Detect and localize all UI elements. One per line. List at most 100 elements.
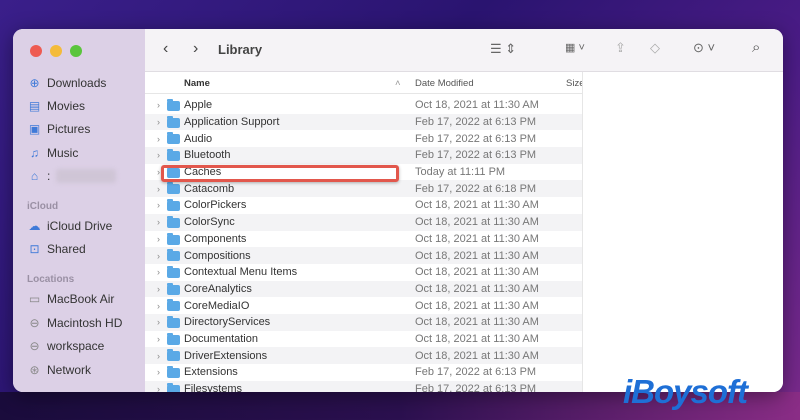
sidebar-item-icloud-drive[interactable]: ☁ iCloud Drive <box>28 219 113 233</box>
disclosure-chevron-icon[interactable]: › <box>157 267 160 277</box>
file-row[interactable]: › Audio Feb 17, 2022 at 6:13 PM <box>145 130 582 147</box>
section-icloud: iCloud <box>27 201 59 212</box>
file-date: Feb 17, 2022 at 6:13 PM <box>415 116 537 129</box>
file-date: Oct 18, 2021 at 11:30 AM <box>415 282 539 295</box>
sidebar-item-downloads[interactable]: ⊕ Downloads <box>28 76 106 90</box>
cloud-icon: ☁ <box>28 219 41 233</box>
file-row[interactable]: › DriverExtensions Oct 18, 2021 at 11:30 A… <box>145 347 582 364</box>
file-name: Filesystems <box>184 383 243 392</box>
file-name: Compositions <box>184 249 251 262</box>
sidebar-item-shared[interactable]: ⊡ Shared <box>28 242 85 256</box>
column-name[interactable]: Name <box>184 78 210 89</box>
sidebar-item-movies[interactable]: ▤ Movies <box>28 99 85 113</box>
disclosure-chevron-icon[interactable]: › <box>157 200 160 210</box>
file-row[interactable]: › Apple Oct 18, 2021 at 11:30 AM <box>145 97 582 114</box>
folder-icon <box>167 132 180 145</box>
disclosure-chevron-icon[interactable]: › <box>157 384 160 392</box>
tag-icon[interactable]: ◇ <box>650 40 660 56</box>
file-name: DirectoryServices <box>184 316 271 329</box>
folder-icon <box>167 149 180 162</box>
file-row[interactable]: › Components Oct 18, 2021 at 11:30 AM <box>145 231 582 248</box>
file-row[interactable]: › ColorSync Oct 18, 2021 at 11:30 AM <box>145 213 582 231</box>
file-name: ColorPickers <box>184 199 247 212</box>
disclosure-chevron-icon[interactable]: › <box>157 150 160 160</box>
group-icon[interactable]: ▦ ˅ <box>565 41 585 54</box>
disclosure-chevron-icon[interactable]: › <box>157 100 160 110</box>
disclosure-chevron-icon[interactable]: › <box>157 217 160 227</box>
disclosure-chevron-icon[interactable]: › <box>157 301 160 311</box>
folder-icon <box>167 382 180 392</box>
music-icon: ♫ <box>30 146 39 160</box>
folder-icon <box>167 366 180 378</box>
disclosure-chevron-icon[interactable]: › <box>157 284 160 294</box>
section-locations: Locations <box>27 274 75 285</box>
sidebar-item-workspace[interactable]: ⊖ workspace <box>28 339 104 353</box>
file-date: Oct 18, 2021 at 11:30 AM <box>415 216 539 229</box>
laptop-icon: ▭ <box>28 292 41 306</box>
file-name: Application Support <box>184 116 280 129</box>
file-row[interactable]: › Documentation Oct 18, 2021 at 11:30 AM <box>145 331 582 348</box>
file-row[interactable]: › Catacomb Feb 17, 2022 at 6:18 PM <box>145 180 582 198</box>
file-row[interactable]: › ColorPickers Oct 18, 2021 at 11:30 AM <box>145 197 582 214</box>
file-date: Feb 17, 2022 at 6:13 PM <box>415 149 537 162</box>
forward-button[interactable]: › <box>193 40 198 58</box>
file-name: CoreAnalytics <box>184 282 252 295</box>
file-date: Oct 18, 2021 at 11:30 AM <box>415 199 539 212</box>
file-name: Documentation <box>184 332 258 345</box>
file-date: Feb 17, 2022 at 6:18 PM <box>415 182 537 195</box>
more-actions-icon[interactable]: ⊙ ˅ <box>693 40 715 56</box>
sidebar-item-network[interactable]: ⊛ Network <box>28 363 91 377</box>
disclosure-chevron-icon[interactable]: › <box>157 117 160 127</box>
close-button[interactable] <box>30 45 42 57</box>
file-list: › Apple Oct 18, 2021 at 11:30 AM › Applicati… <box>145 97 582 392</box>
file-row[interactable]: › CoreAnalytics Oct 18, 2021 at 11:30 AM <box>145 280 582 298</box>
finder-window: ⊕ Downloads ▤ Movies ▣ Pictures ♫ Music ⌂: iCloud… <box>13 29 783 392</box>
file-row[interactable]: › Application Support Feb 17, 2022 at 6:13… <box>145 113 582 131</box>
photo-icon: ▣ <box>28 122 41 136</box>
film-icon: ▤ <box>28 99 41 113</box>
file-row[interactable]: › Compositions Oct 18, 2021 at 11:30 AM <box>145 247 582 264</box>
sidebar-item-macintosh-hd[interactable]: ⊖ Macintosh HD <box>28 316 122 330</box>
disclosure-chevron-icon[interactable]: › <box>157 317 160 327</box>
file-row[interactable]: › Extensions Feb 17, 2022 at 6:13 PM <box>145 364 582 381</box>
column-date-modified[interactable]: Date Modified <box>415 78 474 89</box>
minimize-button[interactable] <box>50 45 62 57</box>
sidebar-item--[interactable]: ⌂: <box>28 169 117 183</box>
file-row[interactable]: › CoreMediaIO Oct 18, 2021 at 11:30 AM <box>145 297 582 314</box>
disclosure-chevron-icon[interactable]: › <box>157 167 160 177</box>
folder-icon <box>167 349 180 362</box>
list-view-icon[interactable]: ☰ ⇕ <box>490 41 516 57</box>
disclosure-chevron-icon[interactable]: › <box>157 134 160 144</box>
network-icon: ⊛ <box>29 362 40 377</box>
file-row[interactable]: › DirectoryServices Oct 18, 2021 at 11:30 … <box>145 313 582 331</box>
disclosure-chevron-icon[interactable]: › <box>157 334 160 344</box>
caches-highlight-box <box>161 165 399 182</box>
search-icon[interactable]: ⌕ <box>752 39 760 56</box>
share-icon[interactable]: ⇪ <box>615 40 626 56</box>
file-name: Contextual Menu Items <box>184 266 298 279</box>
back-button[interactable]: ‹ <box>163 40 168 58</box>
file-row[interactable]: › Filesystems Feb 17, 2022 at 6:13 PM <box>145 380 582 392</box>
file-date: Oct 18, 2021 at 11:30 AM <box>415 99 539 112</box>
file-name: ColorSync <box>184 216 235 229</box>
disclosure-chevron-icon[interactable]: › <box>157 367 160 377</box>
disclosure-chevron-icon[interactable]: › <box>157 351 160 361</box>
file-date: Today at 11:11 PM <box>415 166 506 179</box>
sidebar-item-pictures[interactable]: ▣ Pictures <box>28 122 91 136</box>
zoom-button[interactable] <box>70 45 82 57</box>
file-date: Oct 18, 2021 at 11:30 AM <box>415 349 539 362</box>
disclosure-chevron-icon[interactable]: › <box>157 184 160 194</box>
shared-folder-icon: ⊡ <box>29 242 40 256</box>
drive-icon: ⊖ <box>29 315 40 330</box>
file-row[interactable]: › Contextual Menu Items Oct 18, 2021 at 11… <box>145 264 582 281</box>
disclosure-chevron-icon[interactable]: › <box>157 234 160 244</box>
file-row[interactable]: › Bluetooth Feb 17, 2022 at 6:13 PM <box>145 147 582 164</box>
file-date: Oct 18, 2021 at 11:30 AM <box>415 299 539 312</box>
folder-icon <box>167 299 180 312</box>
sidebar: ⊕ Downloads ▤ Movies ▣ Pictures ♫ Music ⌂: iCloud… <box>13 29 145 392</box>
file-date: Oct 18, 2021 at 11:30 AM <box>415 332 539 345</box>
disclosure-chevron-icon[interactable]: › <box>157 251 160 261</box>
file-date: Feb 17, 2022 at 6:13 PM <box>415 366 537 379</box>
sidebar-item-music[interactable]: ♫ Music <box>28 146 78 160</box>
sidebar-item-macbook-air[interactable]: ▭ MacBook Air <box>28 292 115 306</box>
